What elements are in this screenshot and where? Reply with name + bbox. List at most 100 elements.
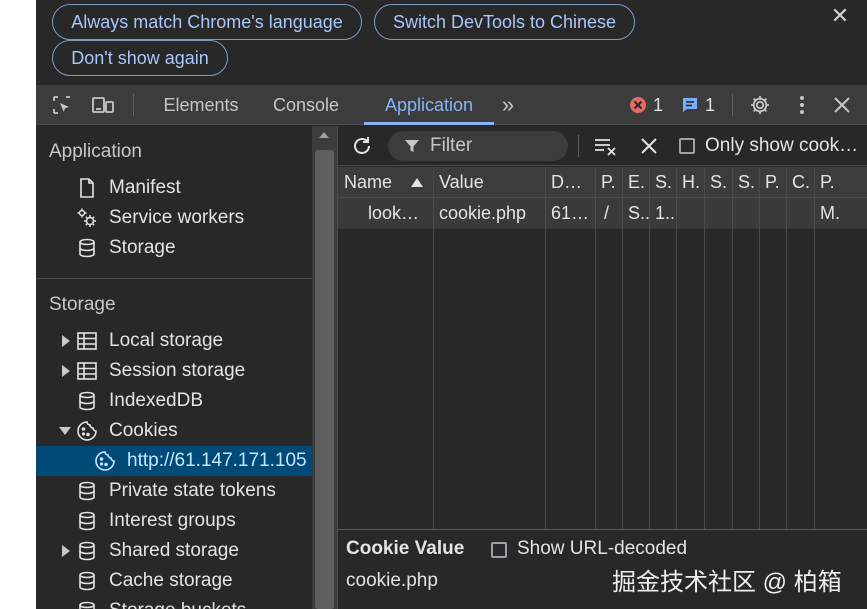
watermark-text: 掘金技术社区 @ 柏箱 <box>612 569 842 596</box>
column-divider[interactable] <box>759 167 760 529</box>
column-divider[interactable] <box>676 167 677 529</box>
sidebar-item-manifest[interactable]: Manifest <box>36 173 312 203</box>
expand-arrow-icon[interactable] <box>61 545 71 557</box>
scroll-up-arrow-icon[interactable] <box>319 132 329 138</box>
gears-icon <box>76 207 98 229</box>
column-header-priority[interactable]: P. <box>814 167 867 198</box>
column-header-partition-key[interactable]: P. <box>759 167 786 198</box>
column-divider[interactable] <box>595 167 596 529</box>
sidebar-item-label: Service workers <box>109 207 245 228</box>
error-icon[interactable] <box>626 93 650 117</box>
sidebar-item-label: Session storage <box>109 360 246 381</box>
storage-section-header: Storage <box>49 294 116 315</box>
column-divider[interactable] <box>649 167 650 529</box>
sidebar-item-cookie-origin[interactable]: http://61.147.171.105 <box>36 446 312 476</box>
sidebar-item-service-workers[interactable]: Service workers <box>36 203 312 233</box>
column-header-path[interactable]: P. <box>595 167 622 198</box>
column-header-cross-site[interactable]: C. <box>786 167 814 198</box>
collapse-arrow-icon[interactable] <box>59 426 71 436</box>
column-divider[interactable] <box>814 167 815 529</box>
more-tabs-icon[interactable]: » <box>494 85 522 125</box>
page-background-strip <box>0 0 36 609</box>
cookie-value-cell[interactable]: cookie.php <box>433 198 545 229</box>
device-toolbar-icon[interactable] <box>91 93 115 117</box>
message-icon[interactable] <box>678 93 702 117</box>
close-devtools-icon[interactable] <box>830 93 854 117</box>
sidebar-item-label: Local storage <box>109 330 224 351</box>
cookie-name-cell[interactable]: look… <box>338 198 433 229</box>
column-divider[interactable] <box>433 167 434 529</box>
delete-selected-icon[interactable] <box>637 134 661 158</box>
show-url-decoded-checkbox[interactable] <box>491 542 507 558</box>
filter-input[interactable]: Filter <box>388 131 568 161</box>
switch-to-chinese-button[interactable]: Switch DevTools to Chinese <box>374 4 635 40</box>
cookie-icon <box>76 420 98 442</box>
cookie-expires-cell[interactable]: S.. <box>622 198 649 229</box>
sidebar-item-label: Interest groups <box>109 510 236 531</box>
column-divider[interactable] <box>622 167 623 529</box>
cookie-value-title: Cookie Value <box>346 538 465 559</box>
only-show-checkbox[interactable] <box>679 138 695 154</box>
sidebar-item-interest-groups[interactable]: Interest groups <box>36 506 312 536</box>
devtools-window: Always match Chrome's language Switch De… <box>36 0 867 609</box>
sidebar-item-cache-storage[interactable]: Cache storage <box>36 566 312 596</box>
sidebar-divider <box>36 278 312 279</box>
dont-show-again-button[interactable]: Don't show again <box>52 40 228 76</box>
tab-application[interactable]: Application <box>364 85 494 125</box>
sort-ascending-icon[interactable] <box>411 178 423 187</box>
cookie-samesite-cell[interactable] <box>732 198 759 229</box>
sidebar-item-indexeddb[interactable]: IndexedDB <box>36 386 312 416</box>
tab-elements[interactable]: Elements <box>148 85 254 125</box>
refresh-icon[interactable] <box>350 134 374 158</box>
sidebar-item-storage-buckets[interactable]: Storage buckets <box>36 596 312 609</box>
column-divider[interactable] <box>545 167 546 529</box>
column-header-size[interactable]: S. <box>649 167 676 198</box>
inspect-element-icon[interactable] <box>50 93 74 117</box>
sidebar-item-cookies[interactable]: Cookies <box>36 416 312 446</box>
database-icon <box>76 570 98 592</box>
database-icon <box>76 237 98 259</box>
cookie-crosssite-cell[interactable] <box>786 198 814 229</box>
database-icon <box>76 390 98 412</box>
cookie-partition-cell[interactable] <box>759 198 786 229</box>
document-icon <box>76 177 98 199</box>
column-divider[interactable] <box>732 167 733 529</box>
column-header-samesite[interactable]: S. <box>732 167 759 198</box>
column-divider[interactable] <box>786 167 787 529</box>
settings-gear-icon[interactable] <box>748 93 772 117</box>
sidebar-item-storage-overview[interactable]: Storage <box>36 233 312 263</box>
cookies-pane: Filter Only show cook… Name Value D… P. … <box>337 126 867 609</box>
cookie-value-text[interactable]: cookie.php <box>346 570 438 592</box>
message-count: 1 <box>705 95 716 115</box>
expand-arrow-icon[interactable] <box>61 365 71 377</box>
cookie-priority-cell[interactable]: M. <box>814 198 867 229</box>
column-divider[interactable] <box>704 167 705 529</box>
sidebar-item-label: Storage <box>109 237 176 258</box>
toolbar-separator <box>133 94 134 116</box>
cookie-size-cell[interactable]: 1.. <box>649 198 676 229</box>
sidebar-scrollbar[interactable] <box>312 126 337 609</box>
sidebar-item-session-storage[interactable]: Session storage <box>36 356 312 386</box>
always-match-language-button[interactable]: Always match Chrome's language <box>52 4 362 40</box>
tab-console[interactable]: Console <box>262 85 350 125</box>
sidebar-item-private-state-tokens[interactable]: Private state tokens <box>36 476 312 506</box>
expand-arrow-icon[interactable] <box>61 335 71 347</box>
scrollbar-thumb[interactable] <box>315 150 334 609</box>
column-header-value[interactable]: Value <box>433 167 545 198</box>
database-icon <box>76 510 98 532</box>
sidebar-item-local-storage[interactable]: Local storage <box>36 326 312 356</box>
more-options-icon[interactable] <box>790 93 814 117</box>
clear-all-cookies-icon[interactable] <box>594 134 618 158</box>
cookie-path-cell[interactable]: / <box>595 198 622 229</box>
cookie-domain-cell[interactable]: 61… <box>545 198 595 229</box>
cookie-secure-cell[interactable] <box>704 198 732 229</box>
cookie-httponly-cell[interactable] <box>676 198 704 229</box>
table-row[interactable]: look… cookie.php 61… / S.. 1.. M. <box>338 198 867 229</box>
sidebar-item-label: http://61.147.171.105 <box>127 450 307 471</box>
column-header-expires[interactable]: E. <box>622 167 649 198</box>
sidebar-item-shared-storage[interactable]: Shared storage <box>36 536 312 566</box>
close-icon[interactable]: ✕ <box>828 4 852 28</box>
column-header-domain[interactable]: D… <box>545 167 595 198</box>
column-header-httponly[interactable]: H. <box>676 167 704 198</box>
column-header-secure[interactable]: S. <box>704 167 732 198</box>
